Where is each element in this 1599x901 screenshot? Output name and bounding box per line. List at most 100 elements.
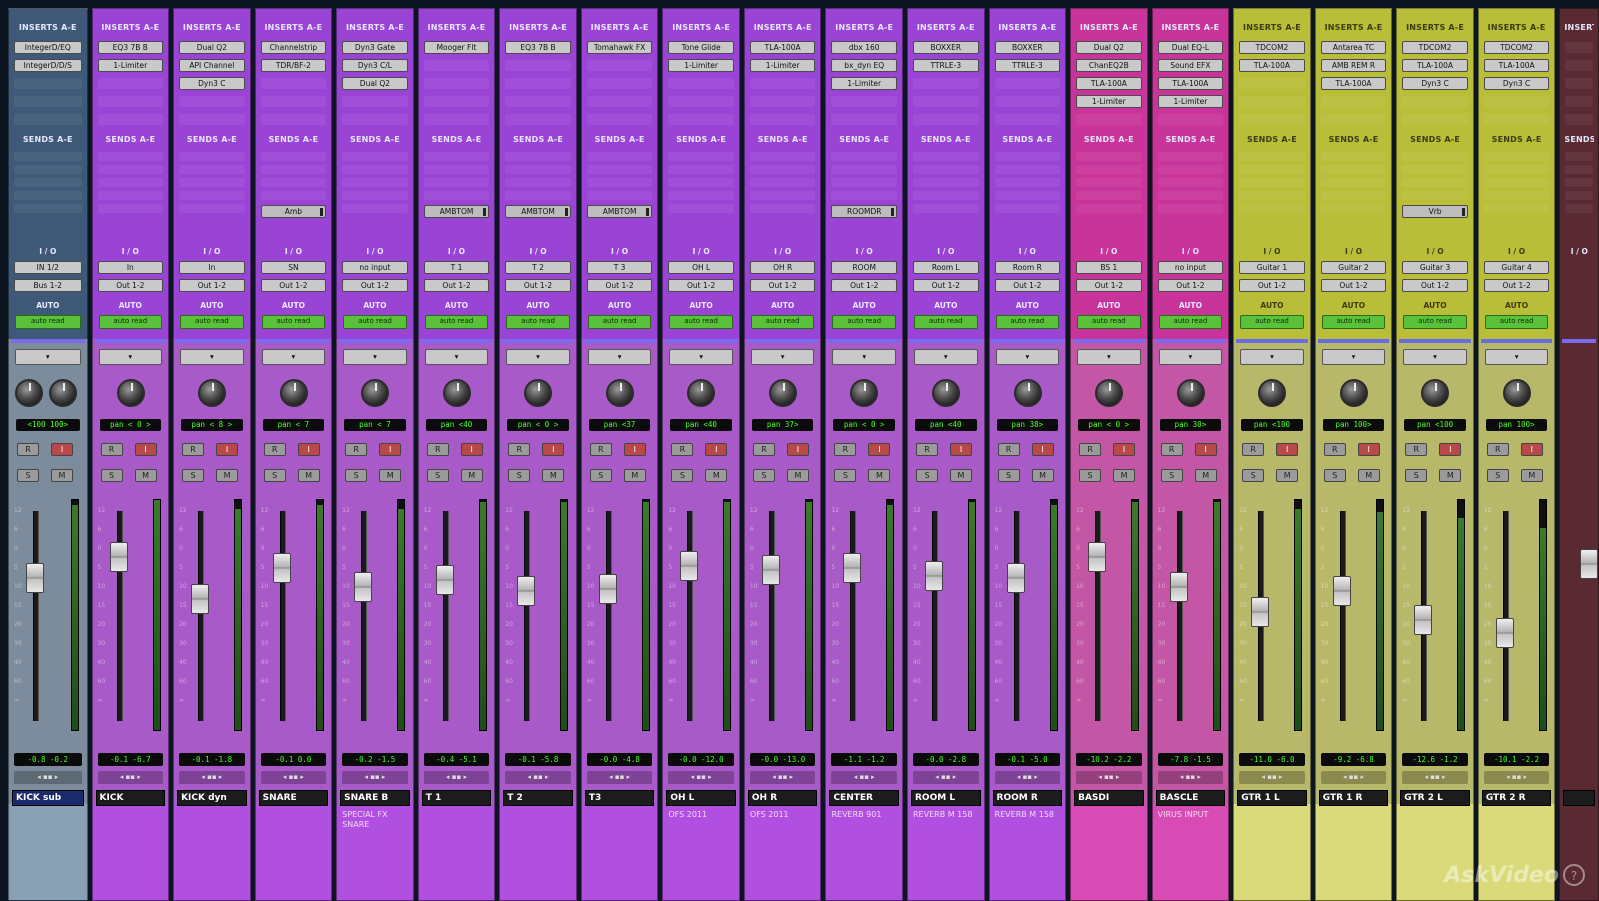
empty-send-slot[interactable] xyxy=(14,204,82,213)
empty-send-slot[interactable] xyxy=(587,191,653,200)
input-monitor-button[interactable]: I xyxy=(868,443,890,456)
empty-send-slot[interactable] xyxy=(995,178,1061,187)
insert-slot[interactable]: Dyn3 C/L xyxy=(342,59,408,72)
record-arm-button[interactable]: R xyxy=(1161,443,1183,456)
insert-slot[interactable]: Tomahawk FX xyxy=(587,41,653,54)
empty-send-slot[interactable] xyxy=(179,191,245,200)
insert-slot[interactable]: Dual EQ-L xyxy=(1158,41,1224,54)
empty-send-slot[interactable] xyxy=(1402,178,1468,187)
empty-send-slot[interactable] xyxy=(1565,191,1593,200)
track-name[interactable]: KICK xyxy=(96,790,166,806)
empty-send-slot[interactable] xyxy=(1158,204,1224,213)
insert-slot[interactable]: TLA-100A xyxy=(750,41,816,54)
empty-send-slot[interactable] xyxy=(424,178,490,187)
empty-send-slot[interactable] xyxy=(913,204,979,213)
track-comments[interactable] xyxy=(1319,808,1389,894)
send-slot[interactable]: AMBTOM xyxy=(505,205,571,218)
input-selector[interactable]: T 1 xyxy=(424,261,490,274)
empty-send-slot[interactable] xyxy=(587,165,653,174)
send-slot[interactable]: AMBTOM xyxy=(424,205,490,218)
input-monitor-button[interactable]: I xyxy=(1032,443,1054,456)
empty-send-slot[interactable] xyxy=(995,191,1061,200)
track-comments[interactable] xyxy=(585,808,655,894)
empty-send-slot[interactable] xyxy=(14,191,82,200)
insert-slot[interactable]: TLA-100A xyxy=(1321,77,1387,90)
insert-slot[interactable]: 1-Limiter xyxy=(750,59,816,72)
track-comments[interactable] xyxy=(12,808,84,894)
track-name[interactable]: T 2 xyxy=(503,790,573,806)
automation-mode-selector[interactable]: auto read xyxy=(669,315,733,329)
insert-slot[interactable]: IntegerD/EQ xyxy=(14,41,82,54)
empty-send-slot[interactable] xyxy=(1158,165,1224,174)
track-name[interactable]: SNARE B xyxy=(340,790,410,806)
automation-mode-selector[interactable]: auto read xyxy=(1077,315,1141,329)
insert-slot[interactable]: Dual Q2 xyxy=(342,77,408,90)
fader-track[interactable] xyxy=(198,511,204,721)
volume-fader[interactable] xyxy=(925,561,943,591)
empty-send-slot[interactable] xyxy=(98,165,164,174)
insert-slot[interactable]: Dual Q2 xyxy=(1076,41,1142,54)
record-arm-button[interactable]: R xyxy=(264,443,286,456)
insert-slot[interactable]: 1-Limiter xyxy=(1158,95,1224,108)
empty-insert-slot[interactable] xyxy=(261,114,327,125)
track-name[interactable]: SNARE xyxy=(259,790,329,806)
empty-send-slot[interactable] xyxy=(1565,178,1593,187)
input-monitor-button[interactable]: I xyxy=(542,443,564,456)
empty-insert-slot[interactable] xyxy=(1158,114,1224,125)
solo-button[interactable]: S xyxy=(264,469,286,482)
insert-slot[interactable]: TLA-100A xyxy=(1402,59,1468,72)
volume-fader[interactable] xyxy=(273,553,291,583)
insert-slot[interactable]: Dyn3 C xyxy=(1484,77,1550,90)
empty-insert-slot[interactable] xyxy=(261,96,327,107)
track-name[interactable]: OH R xyxy=(748,790,818,806)
fader-track[interactable] xyxy=(1503,511,1509,721)
input-selector[interactable]: Room L xyxy=(913,261,979,274)
insert-slot[interactable]: TLA-100A xyxy=(1076,77,1142,90)
empty-insert-slot[interactable] xyxy=(14,114,82,125)
send-slot[interactable]: Vrb xyxy=(1402,205,1468,218)
track-comments[interactable] xyxy=(422,808,492,894)
empty-insert-slot[interactable] xyxy=(1402,114,1468,125)
record-arm-button[interactable]: R xyxy=(508,443,530,456)
insert-slot[interactable]: 1-Limiter xyxy=(668,59,734,72)
empty-insert-slot[interactable] xyxy=(98,96,164,107)
empty-send-slot[interactable] xyxy=(668,204,734,213)
output-selector[interactable]: Out 1-2 xyxy=(179,279,245,292)
input-monitor-button[interactable]: I xyxy=(298,443,320,456)
mute-button[interactable]: M xyxy=(379,469,401,482)
track-view-buttons[interactable]: ◂ ▪▪ ▸ xyxy=(505,771,571,784)
input-selector[interactable]: SN xyxy=(261,261,327,274)
track-comments[interactable] xyxy=(259,808,329,894)
input-monitor-button[interactable]: I xyxy=(624,443,646,456)
insert-slot[interactable]: TLA-100A xyxy=(1484,59,1550,72)
empty-send-slot[interactable] xyxy=(831,152,897,161)
pan-right-knob[interactable] xyxy=(49,379,77,407)
pan-knob[interactable] xyxy=(1014,379,1042,407)
output-selector[interactable]: Out 1-2 xyxy=(98,279,164,292)
track-comments[interactable] xyxy=(503,808,573,894)
input-selector[interactable]: Room R xyxy=(995,261,1061,274)
output-selector[interactable]: Bus 1-2 xyxy=(14,279,82,292)
record-arm-button[interactable]: R xyxy=(1487,443,1509,456)
track-name[interactable]: CENTER xyxy=(829,790,899,806)
pan-knob[interactable] xyxy=(932,379,960,407)
input-selector[interactable]: In xyxy=(179,261,245,274)
volume-fader[interactable] xyxy=(1580,549,1598,579)
automation-mode-selector[interactable]: auto read xyxy=(425,315,489,329)
empty-send-slot[interactable] xyxy=(342,178,408,187)
automation-mode-selector[interactable]: auto read xyxy=(832,315,896,329)
volume-display-selector[interactable]: ▾ xyxy=(425,349,489,365)
output-selector[interactable]: Out 1-2 xyxy=(1484,279,1550,292)
solo-button[interactable]: S xyxy=(1161,469,1183,482)
pan-knob[interactable] xyxy=(687,379,715,407)
empty-insert-slot[interactable] xyxy=(1076,114,1142,125)
solo-button[interactable]: S xyxy=(508,469,530,482)
pan-knob[interactable] xyxy=(361,379,389,407)
output-selector[interactable]: Out 1-2 xyxy=(668,279,734,292)
pan-knob[interactable] xyxy=(443,379,471,407)
volume-fader[interactable] xyxy=(1496,618,1514,648)
track-name[interactable]: BASCLE xyxy=(1156,790,1226,806)
solo-button[interactable]: S xyxy=(590,469,612,482)
empty-insert-slot[interactable] xyxy=(587,96,653,107)
insert-slot[interactable]: TDR/BF-2 xyxy=(261,59,327,72)
